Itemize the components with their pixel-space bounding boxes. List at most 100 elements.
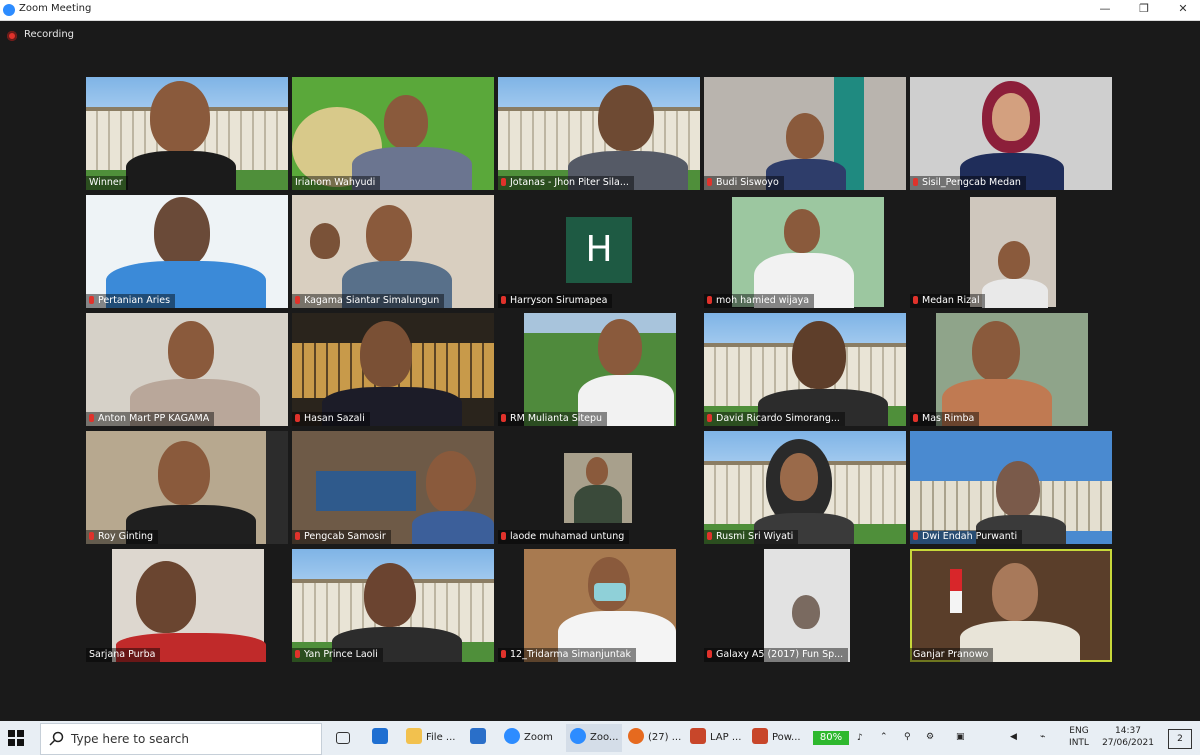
participant-name: Hasan Sazali [292, 412, 370, 426]
participant-name: David Ricardo Simorang... [704, 412, 845, 426]
participant-name: Jotanas - Jhon Piter Sila... [498, 176, 634, 190]
usb-tray-icon[interactable]: ⚲ [904, 731, 911, 743]
video-tile[interactable]: Jotanas - Jhon Piter Sila... [498, 77, 700, 190]
participant-name: Harryson Sirumapea [498, 294, 613, 308]
muted-mic-icon [913, 296, 918, 304]
video-tile[interactable]: Sisil_Pengcab Medan [910, 77, 1112, 190]
participant-name: Budi Siswoyo [704, 176, 784, 190]
recording-icon[interactable] [7, 31, 17, 41]
video-tile[interactable]: Sarjana Purba [86, 549, 288, 662]
minimize-button[interactable]: — [1094, 2, 1116, 15]
chevron-up-icon[interactable]: ⌃ [880, 731, 888, 743]
search-placeholder: Type here to search [71, 732, 189, 746]
gallery-view: Winner Irianom Wahyudi Jotanas - Jhon Pi… [0, 51, 1200, 721]
powerpoint-icon [690, 728, 706, 744]
muted-mic-icon [89, 414, 94, 422]
participant-name: Kagama Siantar Simalungun [292, 294, 445, 308]
participant-name: Pertanian Aries [86, 294, 176, 308]
recording-bar: Recording [0, 21, 1200, 51]
muted-mic-icon [501, 414, 506, 422]
search-icon [49, 731, 64, 746]
taskbar-app-firefox[interactable]: (27) ... [628, 724, 681, 752]
video-tile[interactable]: Irianom Wahyudi [292, 77, 494, 190]
muted-mic-icon [707, 414, 712, 422]
participant-name: Sisil_Pengcab Medan [910, 176, 1026, 190]
video-tile[interactable]: Rusmi Sri Wiyati [704, 431, 906, 544]
muted-mic-icon [501, 178, 506, 186]
participant-name: Pengcab Samosir [292, 530, 391, 544]
taskbar: Type here to search File ... Zoom Zoo...… [0, 721, 1200, 755]
task-view-icon[interactable] [336, 724, 354, 752]
participant-name: RM Mulianta Sitepu [498, 412, 608, 426]
participant-name: Yan Prince Laoli [292, 648, 383, 662]
taskbar-app-powerpoint[interactable]: Pow... [752, 724, 801, 752]
video-tile[interactable]: Roy Ginting [86, 431, 288, 544]
taskbar-app-zoom[interactable]: Zoom [504, 724, 553, 752]
video-tile[interactable]: Pengcab Samosir [292, 431, 494, 544]
video-tile[interactable]: 12_Tridarma Simanjuntak [498, 549, 700, 662]
video-tile[interactable]: Anton Mart PP KAGAMA [86, 313, 288, 426]
notification-center-icon[interactable]: 2 [1168, 729, 1192, 749]
zoom-icon [504, 728, 520, 744]
video-tile[interactable]: RM Mulianta Sitepu [498, 313, 700, 426]
video-tile[interactable]: Pertanian Aries [86, 195, 288, 308]
taskbar-app-file-explorer[interactable]: File ... [406, 724, 455, 752]
participant-name: Ganjar Pranowo [910, 648, 994, 662]
video-tile[interactable]: Medan Rizal [910, 195, 1112, 308]
muted-mic-icon [707, 532, 712, 540]
video-tile[interactable]: laode muhamad untung [498, 431, 700, 544]
muted-mic-icon [501, 532, 506, 540]
participant-name: laode muhamad untung [498, 530, 630, 544]
video-tile[interactable]: Dwi Endah Purwanti [910, 431, 1112, 544]
taskbar-search[interactable]: Type here to search [40, 723, 322, 755]
input-language[interactable]: ENG INTL [1067, 725, 1091, 749]
video-tile[interactable]: Kagama Siantar Simalungun [292, 195, 494, 308]
mic-tray-icon[interactable]: ♪ [857, 732, 863, 744]
muted-mic-icon [707, 296, 712, 304]
display-tray-icon[interactable]: ▣ [956, 731, 965, 743]
video-tile[interactable]: Yan Prince Laoli [292, 549, 494, 662]
muted-mic-icon [501, 296, 506, 304]
recording-label: Recording [24, 29, 75, 40]
video-tile[interactable]: moh hamied wijaya [704, 195, 906, 308]
network-icon[interactable]: ⌁ [1040, 731, 1045, 743]
windows-start-icon[interactable] [8, 730, 24, 746]
video-tile[interactable]: Galaxy A5 (2017) Fun Sp... [704, 549, 906, 662]
muted-mic-icon [913, 178, 918, 186]
participant-name: Winner [86, 176, 128, 190]
taskbar-app-powerpoint-lap[interactable]: LAP ... [690, 724, 741, 752]
battery-indicator[interactable]: 80% [813, 731, 849, 745]
video-tile[interactable]: Budi Siswoyo [704, 77, 906, 190]
participant-name: 12_Tridarma Simanjuntak [498, 648, 636, 662]
maximize-button[interactable]: ❐ [1133, 2, 1155, 15]
video-tile[interactable]: H Harryson Sirumapea [498, 195, 700, 308]
gear-tray-icon[interactable]: ⚙ [926, 731, 934, 743]
video-tile-active-speaker[interactable]: Ganjar Pranowo [910, 549, 1112, 662]
muted-mic-icon [707, 178, 712, 186]
muted-mic-icon [295, 650, 300, 658]
mail-app-icon[interactable] [372, 724, 392, 752]
participant-name: Roy Ginting [86, 530, 159, 544]
muted-mic-icon [913, 532, 918, 540]
participant-name: Medan Rizal [910, 294, 985, 308]
calculator-app-icon[interactable] [470, 724, 490, 752]
speaker-icon[interactable]: ◀ [1010, 731, 1017, 743]
video-tile[interactable]: Mas Rimba [910, 313, 1112, 426]
muted-mic-icon [295, 296, 300, 304]
muted-mic-icon [89, 532, 94, 540]
window-title: Zoom Meeting [19, 3, 92, 14]
close-button[interactable]: ✕ [1172, 2, 1194, 15]
participant-name: Sarjana Purba [86, 648, 161, 662]
clock[interactable]: 14:37 27/06/2021 [1098, 725, 1158, 749]
video-tile[interactable]: Winner [86, 77, 288, 190]
participant-avatar: H [566, 217, 632, 283]
taskbar-app-zoom-meeting[interactable]: Zoo... [566, 724, 623, 752]
participant-name: Irianom Wahyudi [292, 176, 381, 190]
video-tile[interactable]: David Ricardo Simorang... [704, 313, 906, 426]
folder-icon [406, 728, 422, 744]
muted-mic-icon [501, 650, 506, 658]
zoom-icon [570, 728, 586, 744]
zoom-logo-icon [3, 4, 15, 16]
video-tile[interactable]: Hasan Sazali [292, 313, 494, 426]
participant-name: Rusmi Sri Wiyati [704, 530, 799, 544]
